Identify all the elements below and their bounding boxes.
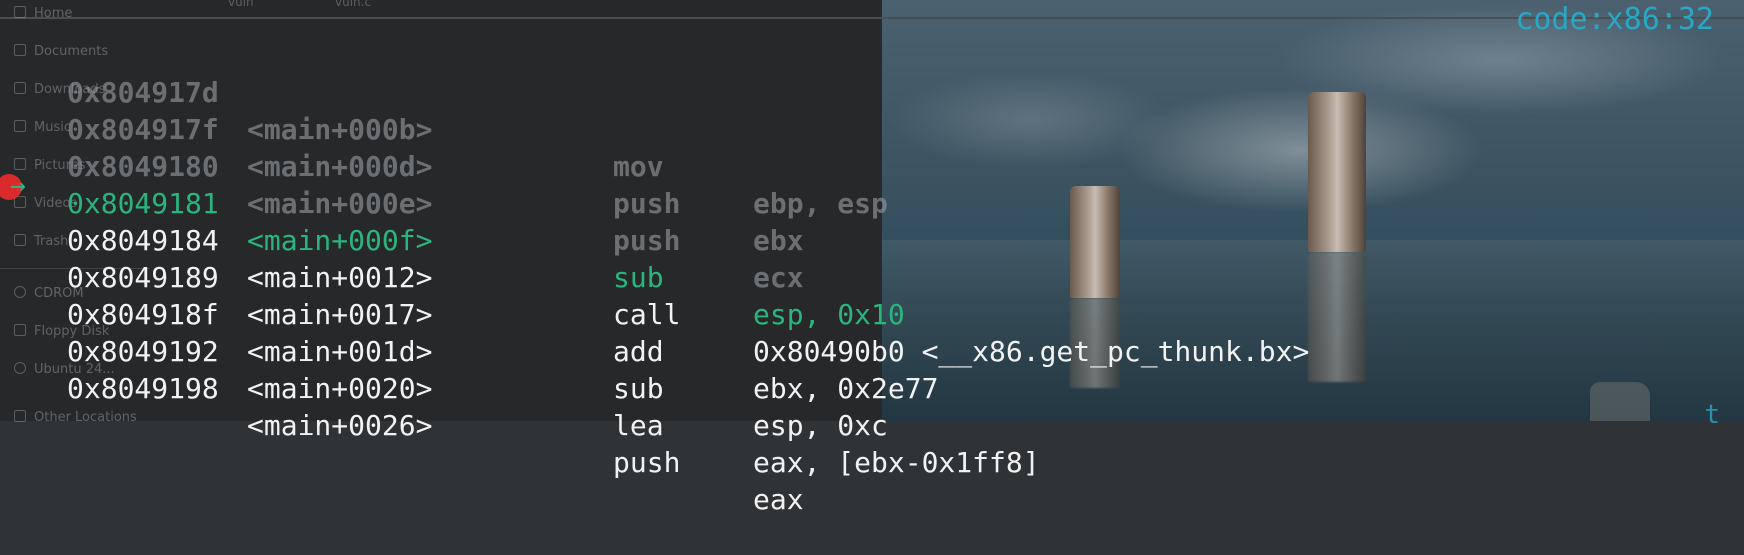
pane-divider-line [0,17,1744,19]
disasm-row-current[interactable]: 0x8049181 <main+000f> sub esp, 0x10 [0,148,905,331]
disasm-row[interactable]: 0x8049189 <main+0017> add ebx, 0x2e77 [0,222,938,405]
arch-section-label: code:x86:32 [1515,2,1714,37]
ghost-tab-vuln-c: vuln.c [335,0,372,9]
disasm-row[interactable]: 0x8049180 <main+000e> push ecx [0,111,882,294]
wallpaper-post-right [1308,92,1366,252]
instruction-opcode: lea [613,409,664,442]
instruction-symbol: <main+0026> [247,409,433,442]
home-icon [14,6,26,18]
disasm-row[interactable]: 0x8049198 <main+0026> push eax [0,333,882,516]
instruction-symbol: <main+0020> [247,372,433,405]
disasm-row[interactable]: 0x8049192 <main+0020> lea eax, [ebx-0x1f… [0,296,1040,479]
instruction-opcode: push [613,446,681,479]
ghost-item-home: Home [14,6,72,24]
instruction-address: 0x8049198 [67,372,219,405]
wallpaper-post-left [1070,186,1120,298]
instruction-opcode: sub [613,372,664,405]
wallpaper-post-right-reflection [1308,252,1366,382]
disasm-row[interactable]: 0x8049184 <main+0012> call 0x80490b0 <__… [0,185,1309,368]
instruction-operands: eax, [ebx-0x1ff8] [753,446,1040,479]
instruction-operands: eax [753,483,804,516]
disassembly-view: 0x804917d <main+000b> mov ebp, esp 0x804… [0,37,1309,516]
disasm-row[interactable]: 0x804918f <main+001d> sub esp, 0xc [0,259,888,442]
disasm-row[interactable]: 0x804917f <main+000d> push ebx [0,74,882,257]
disasm-row[interactable]: 0x804917d <main+000b> mov ebp, esp [0,37,888,220]
partial-bottom-text: t [1704,400,1720,430]
instruction-operands: esp, 0xc [753,409,888,442]
instruction-operands: ebx, 0x2e77 [753,372,939,405]
wallpaper-rock [1590,382,1650,421]
ghost-tab-vuln: vuln [228,0,254,9]
